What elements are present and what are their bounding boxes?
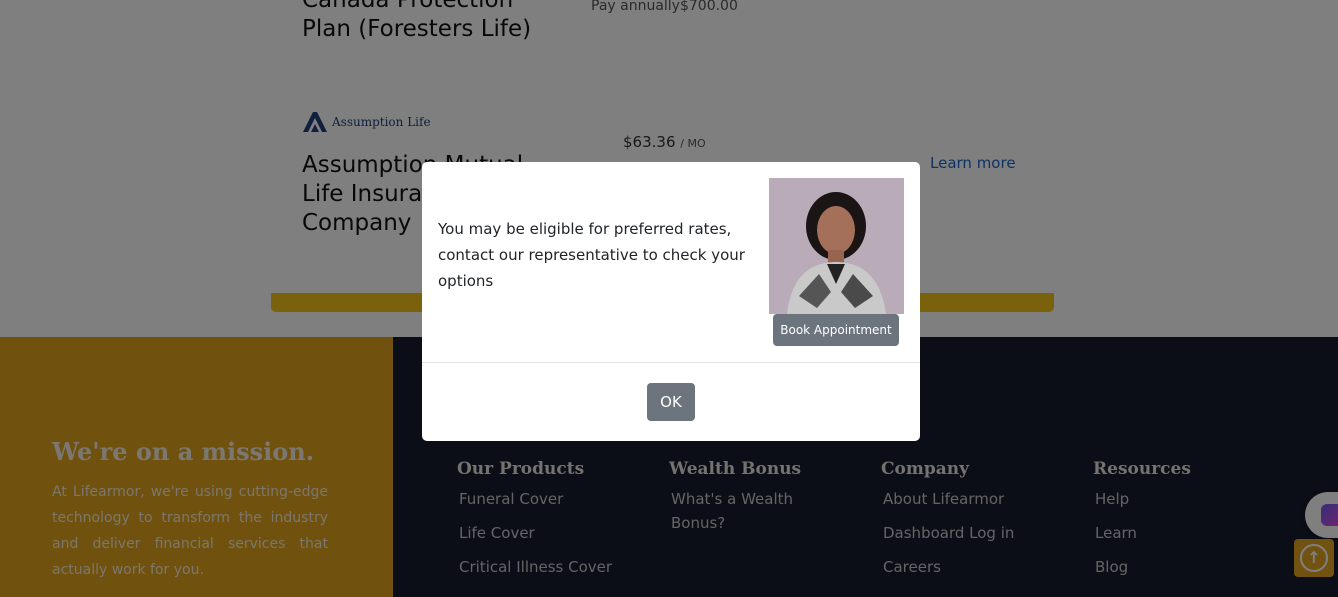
representative-photo [769,178,904,314]
book-appointment-button[interactable]: Book Appointment [773,314,899,346]
modal-footer-divider [422,362,920,363]
modal-body: You may be eligible for preferred rates,… [422,162,920,362]
modal-message: You may be eligible for preferred rates,… [438,220,745,290]
representative-portrait-image [769,178,904,314]
ok-button[interactable]: OK [647,383,695,421]
preferred-rates-modal: You may be eligible for preferred rates,… [422,162,920,441]
